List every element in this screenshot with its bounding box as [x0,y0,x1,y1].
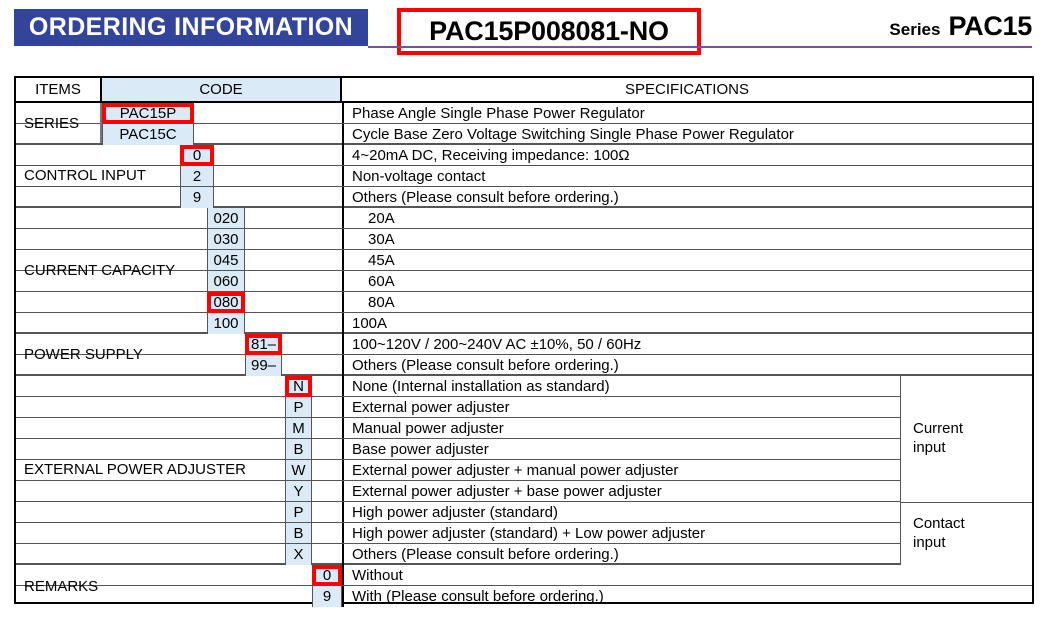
specification-cell: Others (Please consult before ordering.) [342,187,1032,208]
code-cell[interactable]: 045 [207,250,245,270]
ordering-information-banner: ORDERING INFORMATION [14,9,368,46]
code-cell[interactable]: N [285,376,312,396]
specification-cell: High power adjuster (standard) [342,502,868,522]
specification-cell: High power adjuster (standard) + Low pow… [342,523,868,543]
series-identifier: Series PAC15 [889,11,1032,42]
table-header-row: ITEMS CODE SPECIFICATIONS [16,78,1032,103]
specification-cell: Base power adjuster [342,439,868,459]
specification-cell: 45A [342,250,1032,270]
table-row[interactable]: PAC15C Cycle Base Zero Voltage Switching … [16,124,1032,145]
ordering-information-table: ITEMS CODE SPECIFICATIONS SERIES PAC15P Ph… [14,76,1034,607]
specification-cell: Manual power adjuster [342,418,868,438]
input-type-cell: Contact input [900,502,1032,565]
specification-cell: Others (Please consult before ordering.) [342,355,1032,376]
code-cell[interactable]: 99– [245,355,282,376]
code-cell[interactable]: P [285,397,312,417]
specification-cell: With (Please consult before ordering.) [342,586,1032,607]
table-group: EXTERNAL POWER ADJUSTER N None (Internal i… [16,376,1032,565]
column-header-code: CODE [102,78,342,101]
code-cell[interactable]: 9 [180,187,214,208]
input-type-label: Current input [913,420,964,456]
specification-cell: 4~20mA DC, Receiving impedance: 100Ω [342,145,1032,165]
table-row[interactable]: PAC15P Phase Angle Single Phase Power Reg… [16,103,1032,124]
series-label: Series [889,20,941,39]
specification-cell: External power adjuster + manual power a… [342,460,868,480]
group-label-power-supply: POWER SUPPLY [24,345,143,363]
specification-cell: Others (Please consult before ordering.) [342,544,868,565]
input-type-label-line2: input [913,439,946,456]
code-cell[interactable]: PAC15P [102,103,194,123]
code-cell[interactable]: PAC15C [102,124,194,145]
page-header: ORDERING INFORMATION PAC15P008081-NO Ser… [0,0,1048,62]
code-cell[interactable]: 81– [245,334,282,354]
code-cell[interactable]: M [285,418,312,438]
specification-cell: Phase Angle Single Phase Power Regulator [342,103,1032,123]
table-group: REMARKS 0 Without 9 With (Please consult bef… [16,565,1032,607]
code-cell[interactable]: X [285,544,312,565]
group-rows: PAC15P Phase Angle Single Phase Power Reg… [16,103,1032,145]
code-cell[interactable]: 0 [312,565,342,585]
header-divider-rule [368,46,1032,48]
column-header-items: ITEMS [16,78,102,101]
group-label-series: SERIES [16,103,102,143]
code-cell[interactable]: 9 [312,586,342,607]
code-cell[interactable]: 100 [207,313,245,334]
series-value: PAC15 [948,11,1032,41]
input-type-label-line2: input [913,534,946,551]
table-group: CURRENT CAPACITY 020 20A 030 30A 045 45A 060 60A… [16,208,1032,334]
group-label-current-capacity: CURRENT CAPACITY [24,261,176,279]
specification-cell: 80A [342,292,1032,312]
column-header-specifications: SPECIFICATIONS [625,81,749,98]
specification-cell: Cycle Base Zero Voltage Switching Single… [342,124,1032,145]
table-group: CONTROL INPUT 0 4~20mA DC, Receiving imped… [16,145,1032,208]
code-cell[interactable]: 0 [180,145,214,165]
code-cell[interactable]: 2 [180,166,214,186]
specification-cell: 100A [342,313,1032,334]
banner-title: ORDERING INFORMATION [28,13,354,41]
specification-cell: External power adjuster + base power adj… [342,481,868,501]
specification-cell: Without [342,565,1032,585]
code-cell[interactable]: B [285,439,312,459]
code-cell[interactable]: 060 [207,271,245,291]
specification-cell: External power adjuster [342,397,868,417]
specification-cell: 100~120V / 200~240V AC ±10%, 50 / 60Hz [342,334,1032,354]
specification-cell: Non-voltage contact [342,166,1032,186]
code-cell[interactable]: 020 [207,208,245,228]
code-cell[interactable]: Y [285,481,312,501]
input-type-label: Contact input [913,515,965,551]
code-cell[interactable]: B [285,523,312,543]
code-cell[interactable]: 080 [207,292,245,312]
table-body: SERIES PAC15P Phase Angle Single Phase Pow… [16,103,1032,607]
code-cell[interactable]: 030 [207,229,245,249]
group-label-control-input: CONTROL INPUT [24,167,146,184]
table-group: POWER SUPPLY 81– 100~120V / 200~240V AC ±1… [16,334,1032,376]
group-label-external-power-adjuster: EXTERNAL POWER ADJUSTER [24,461,246,478]
specification-cell: 60A [342,271,1032,291]
specification-cell: 30A [342,229,1032,249]
input-type-cell: Current input [900,376,1032,502]
table-group: SERIES PAC15P Phase Angle Single Phase Pow… [16,103,1032,145]
group-label-remarks: REMARKS [24,577,99,595]
specification-cell: 20A [342,208,1032,228]
code-cell[interactable]: P [285,502,312,522]
part-number-text: PAC15P008081-NO [429,16,669,46]
specification-cell: None (Internal installation as standard) [342,376,868,396]
code-cell[interactable]: W [285,460,312,480]
